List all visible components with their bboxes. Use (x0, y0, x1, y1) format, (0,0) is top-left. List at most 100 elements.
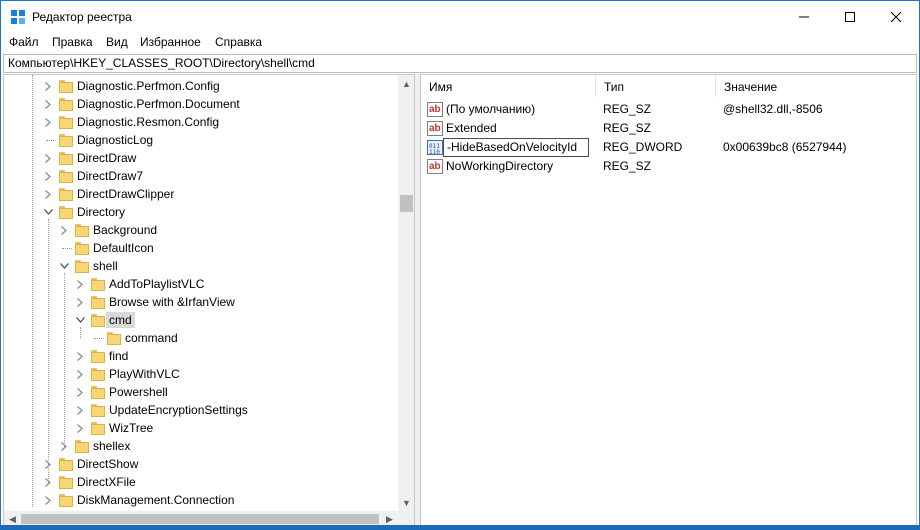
tree-item-label[interactable]: UpdateEncryptionSettings (106, 402, 251, 418)
tree-item-label[interactable]: DiskManagement.Connection (74, 492, 237, 508)
tree-item[interactable]: shellex (4, 437, 394, 455)
tree-item-label[interactable]: DiagnosticLog (74, 132, 156, 148)
tree-item-label[interactable]: shell (90, 258, 121, 274)
scroll-up-icon[interactable]: ▲ (398, 75, 414, 92)
menu-bar: Файл Правка Вид Избранное Справка (1, 33, 919, 53)
chevron-right-icon[interactable] (75, 404, 85, 416)
tree-item-label[interactable]: Diagnostic.Perfmon.Document (74, 96, 243, 112)
tree-item-label[interactable]: Background (90, 222, 160, 238)
tree-item[interactable]: DirectDrawClipper (4, 185, 394, 203)
menu-edit[interactable]: Правка (52, 35, 93, 49)
tree-item[interactable]: Diagnostic.Resmon.Config (4, 113, 394, 131)
chevron-right-icon[interactable] (75, 386, 85, 398)
address-bar[interactable]: Компьютер\HKEY_CLASSES_ROOT\Directory\sh… (3, 54, 917, 73)
value-row[interactable]: ab (По умолчанию) REG_SZ @shell32.dll,-8… (421, 100, 916, 119)
chevron-right-icon[interactable] (75, 278, 85, 290)
chevron-right-icon[interactable] (43, 494, 53, 506)
tree-item-label[interactable]: command (122, 330, 181, 346)
tree-item-label[interactable]: Powershell (106, 384, 171, 400)
tree-vertical-scrollbar[interactable]: ▲ ▼ (398, 75, 414, 511)
tree-item[interactable]: Background (4, 221, 394, 239)
tree-item-label[interactable]: DirectDraw (74, 150, 139, 166)
tree-item-label[interactable]: Diagnostic.Perfmon.Config (74, 78, 223, 94)
taskbar-edge (0, 525, 920, 530)
tree-item[interactable]: DirectXFile (4, 473, 394, 491)
chevron-down-icon[interactable] (43, 206, 53, 218)
chevron-right-icon[interactable] (75, 422, 85, 434)
tree-horizontal-scroll-thumb[interactable] (21, 514, 379, 524)
close-button[interactable] (873, 1, 919, 33)
chevron-right-icon[interactable] (43, 80, 53, 92)
tree-vertical-scroll-thumb[interactable] (400, 195, 413, 212)
value-data: 0x00639bc8 (6527944) (723, 140, 847, 154)
minimize-button[interactable] (781, 1, 827, 33)
chevron-right-icon[interactable] (75, 368, 85, 380)
tree-item-label[interactable]: DirectDrawClipper (74, 186, 177, 202)
tree-item[interactable]: DiskManagement.Connection (4, 491, 394, 509)
folder-icon (91, 421, 105, 435)
column-header-type[interactable]: Тип (596, 75, 716, 97)
chevron-right-icon[interactable] (43, 98, 53, 110)
tree-item[interactable]: DiagnosticLog (4, 131, 394, 149)
maximize-button[interactable] (827, 1, 873, 33)
tree-item-label[interactable]: find (106, 348, 131, 364)
chevron-right-icon[interactable] (43, 188, 53, 200)
tree-item-label[interactable]: Directory (74, 204, 128, 220)
tree-item[interactable]: DirectDraw7 (4, 167, 394, 185)
value-row[interactable]: 011 110 -HideBasedOnVelocityId REG_DWORD… (421, 138, 916, 157)
chevron-right-icon[interactable] (75, 296, 85, 308)
key-tree-pane[interactable]: Diagnostic.Perfmon.Config Diagnostic.Perf… (3, 74, 415, 527)
tree-item[interactable]: DirectShow (4, 455, 394, 473)
menu-view[interactable]: Вид (106, 35, 128, 49)
title-bar[interactable]: Редактор реестра (1, 1, 919, 33)
tree-item[interactable]: Powershell (4, 383, 394, 401)
chevron-right-icon[interactable] (43, 152, 53, 164)
tree-item[interactable]: DefaultIcon (4, 239, 394, 257)
tree-item-label[interactable]: WizTree (106, 420, 156, 436)
close-icon (891, 12, 901, 22)
menu-file[interactable]: Файл (9, 35, 39, 49)
tree-item[interactable]: cmd (4, 311, 394, 329)
tree-item[interactable]: WizTree (4, 419, 394, 437)
scroll-down-icon[interactable]: ▼ (398, 494, 414, 511)
folder-icon (91, 385, 105, 399)
chevron-right-icon[interactable] (75, 350, 85, 362)
tree-item-label[interactable]: DirectShow (74, 456, 141, 472)
maximize-icon (845, 12, 855, 22)
tree-item[interactable]: command (4, 329, 394, 347)
value-row[interactable]: ab NoWorkingDirectory REG_SZ (421, 157, 916, 176)
tree-item[interactable]: Directory (4, 203, 394, 221)
tree-item[interactable]: UpdateEncryptionSettings (4, 401, 394, 419)
tree-item[interactable]: PlayWithVLC (4, 365, 394, 383)
column-header-name[interactable]: Имя (421, 75, 596, 97)
chevron-right-icon[interactable] (59, 224, 69, 236)
tree-item[interactable]: Diagnostic.Perfmon.Config (4, 77, 394, 95)
chevron-down-icon[interactable] (59, 260, 69, 272)
chevron-right-icon[interactable] (43, 116, 53, 128)
tree-item[interactable]: DirectDraw (4, 149, 394, 167)
tree-item[interactable]: AddToPlaylistVLC (4, 275, 394, 293)
tree-item-label[interactable]: Diagnostic.Resmon.Config (74, 114, 222, 130)
tree-item-label[interactable]: Browse with &IrfanView (106, 294, 238, 310)
tree-item-label[interactable]: cmd (106, 312, 135, 328)
tree-item[interactable]: Diagnostic.Perfmon.Document (4, 95, 394, 113)
tree-item-label[interactable]: shellex (90, 438, 133, 454)
chevron-down-icon[interactable] (75, 314, 85, 326)
menu-favorites[interactable]: Избранное (140, 35, 201, 49)
tree-item-label[interactable]: DirectXFile (74, 474, 139, 490)
tree-item[interactable]: find (4, 347, 394, 365)
tree-item-label[interactable]: PlayWithVLC (106, 366, 183, 382)
tree-item[interactable]: Browse with &IrfanView (4, 293, 394, 311)
tree-item-label[interactable]: DirectDraw7 (74, 168, 146, 184)
values-pane[interactable]: Имя Тип Значение ab (По умолчанию) REG_S… (420, 74, 917, 527)
tree-item-label[interactable]: AddToPlaylistVLC (106, 276, 207, 292)
menu-help[interactable]: Справка (215, 35, 262, 49)
folder-icon (59, 133, 73, 147)
column-header-data[interactable]: Значение (716, 75, 916, 97)
chevron-right-icon[interactable] (43, 170, 53, 182)
string-value-icon: ab (427, 121, 443, 136)
value-row[interactable]: ab Extended REG_SZ (421, 119, 916, 138)
tree-item-label[interactable]: DefaultIcon (90, 240, 157, 256)
tree-item[interactable]: shell (4, 257, 394, 275)
rename-value-input[interactable]: -HideBasedOnVelocityId (443, 138, 589, 157)
